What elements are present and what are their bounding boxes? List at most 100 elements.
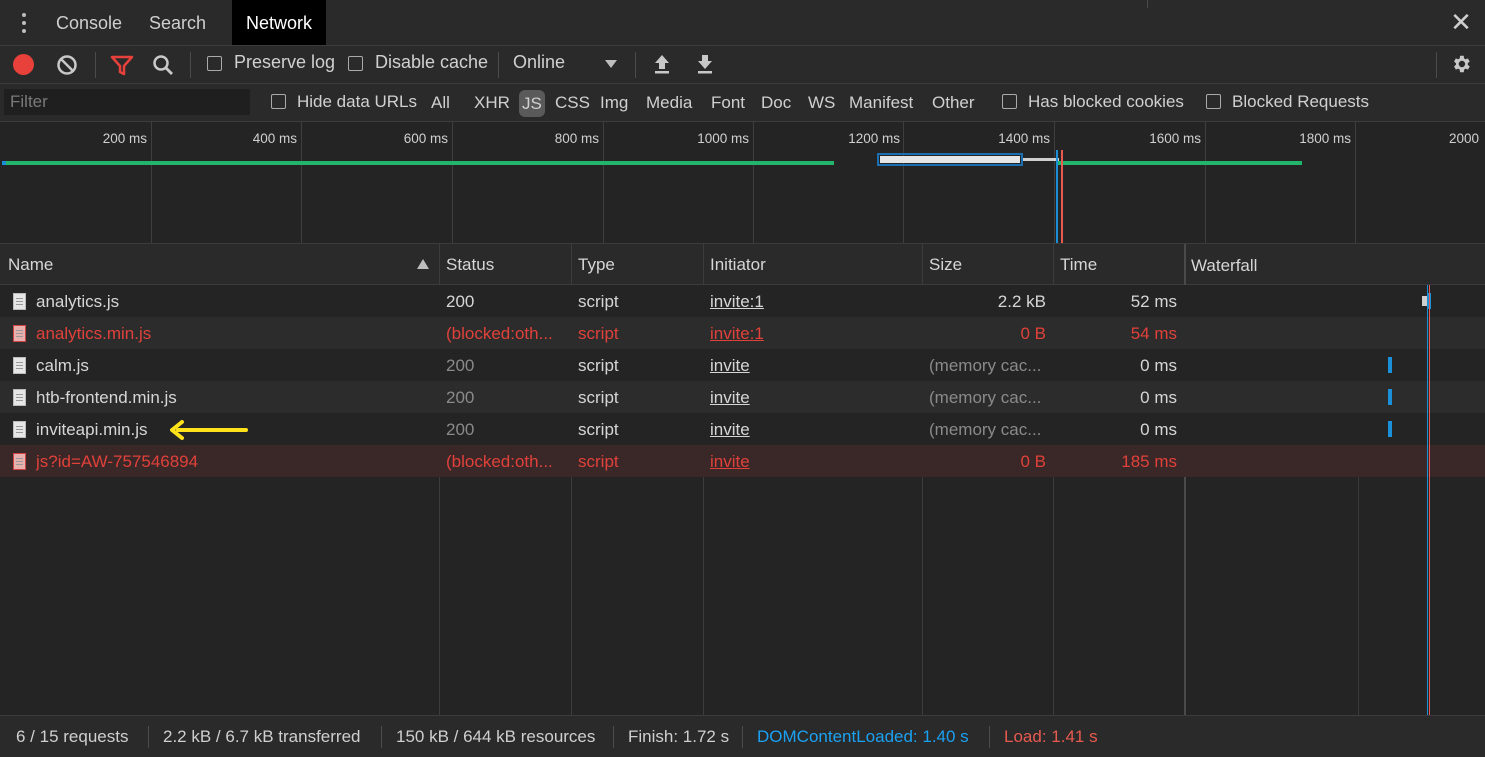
request-size: 0 B: [1020, 324, 1046, 343]
filter-input[interactable]: [4, 89, 250, 115]
arrow-left-icon: [170, 420, 248, 440]
column-time[interactable]: Time: [1060, 255, 1097, 275]
download-icon[interactable]: [696, 53, 714, 75]
column-initiator[interactable]: Initiator: [710, 255, 766, 275]
search-icon[interactable]: [152, 54, 174, 76]
column-waterfall[interactable]: Waterfall: [1191, 256, 1257, 276]
disable-cache-checkbox[interactable]: [348, 56, 363, 71]
request-name[interactable]: htb-frontend.min.js: [36, 388, 177, 408]
overview-tick: 800 ms: [554, 131, 599, 146]
request-name[interactable]: analytics.min.js: [36, 324, 151, 344]
preserve-log-checkbox[interactable]: [207, 56, 222, 71]
overview-tick: 1000 ms: [697, 131, 749, 146]
blocked-requests-checkbox[interactable]: [1206, 94, 1221, 109]
overview-bar: [2, 161, 834, 165]
devtools-tab-bar: Console Search Network ✕: [0, 0, 1485, 46]
column-size[interactable]: Size: [929, 255, 962, 275]
filter-icon[interactable]: [110, 54, 134, 76]
tab-network[interactable]: Network: [232, 0, 327, 45]
overview-bar-link: [1023, 158, 1059, 161]
filter-type-media[interactable]: Media: [646, 93, 692, 113]
request-type: script: [578, 452, 619, 471]
request-type: script: [578, 388, 619, 407]
network-overview[interactable]: 200 ms 400 ms 600 ms 800 ms 1000 ms 1200…: [0, 122, 1485, 244]
request-count: 6 / 15 requests: [16, 727, 129, 746]
request-initiator[interactable]: invite: [710, 388, 750, 408]
table-row[interactable]: js?id=AW-757546894 (blocked:oth... scrip…: [0, 445, 1485, 477]
table-row[interactable]: analytics.js 200 script invite:1 2.2 kB …: [0, 285, 1485, 317]
request-initiator[interactable]: invite: [710, 420, 750, 440]
load-line: [1429, 285, 1430, 715]
request-status: 200: [446, 292, 475, 311]
dom-content-loaded-time: DOMContentLoaded: 1.40 s: [757, 727, 969, 746]
has-blocked-cookies-label: Has blocked cookies: [1028, 92, 1184, 111]
request-initiator[interactable]: invite: [710, 356, 750, 376]
table-row[interactable]: htb-frontend.min.js 200 script invite (m…: [0, 381, 1485, 413]
divider: [1147, 0, 1148, 8]
finish-time: Finish: 1.72 s: [628, 727, 730, 746]
transferred-size: 2.2 kB / 6.7 kB transferred: [163, 727, 361, 746]
request-initiator[interactable]: invite: [710, 452, 750, 472]
throttling-select[interactable]: Online: [513, 52, 565, 73]
filter-type-doc[interactable]: Doc: [761, 93, 791, 113]
request-time: 0 ms: [1140, 420, 1177, 439]
file-icon: [13, 453, 26, 470]
request-time: 0 ms: [1140, 388, 1177, 407]
more-tabs-icon[interactable]: [16, 11, 32, 35]
column-type[interactable]: Type: [578, 255, 615, 275]
filter-type-manifest[interactable]: Manifest: [849, 93, 913, 113]
file-icon: [13, 421, 26, 438]
request-initiator[interactable]: invite:1: [710, 292, 764, 312]
chevron-down-icon[interactable]: [605, 60, 617, 70]
filter-type-all[interactable]: All: [431, 93, 450, 113]
overview-bar-tip: [2, 161, 6, 165]
request-name[interactable]: calm.js: [36, 356, 89, 376]
overview-tick: 1200 ms: [848, 131, 900, 146]
filter-type-css[interactable]: CSS: [555, 93, 590, 113]
filter-type-img[interactable]: Img: [600, 93, 628, 113]
upload-icon[interactable]: [653, 53, 671, 75]
tab-console[interactable]: Console: [56, 0, 122, 45]
record-icon[interactable]: [13, 54, 34, 75]
request-type: script: [578, 356, 619, 375]
has-blocked-cookies-checkbox[interactable]: [1002, 94, 1017, 109]
column-name[interactable]: Name: [8, 255, 53, 275]
dom-content-loaded-line: [1427, 285, 1428, 715]
request-type: script: [578, 324, 619, 343]
status-bar: 6 / 15 requests 2.2 kB / 6.7 kB transfer…: [0, 715, 1485, 757]
clear-icon[interactable]: [56, 54, 78, 76]
blocked-requests-label: Blocked Requests: [1232, 92, 1370, 111]
hide-data-urls-checkbox[interactable]: [271, 94, 286, 109]
sort-ascending-icon[interactable]: [417, 259, 429, 269]
request-name[interactable]: inviteapi.min.js: [36, 420, 148, 440]
request-status: 200: [446, 420, 475, 439]
table-row[interactable]: calm.js 200 script invite (memory cac...…: [0, 349, 1485, 381]
filter-type-xhr[interactable]: XHR: [474, 93, 510, 113]
column-status[interactable]: Status: [446, 255, 494, 275]
close-icon[interactable]: ✕: [1448, 8, 1474, 36]
request-name[interactable]: js?id=AW-757546894: [36, 452, 198, 472]
file-icon: [13, 357, 26, 374]
request-time: 52 ms: [1130, 292, 1177, 311]
disable-cache-label: Disable cache: [375, 52, 489, 72]
request-status: 200: [446, 356, 475, 375]
tab-search[interactable]: Search: [149, 0, 206, 45]
request-status: 200: [446, 388, 475, 407]
request-type: script: [578, 292, 619, 311]
gear-icon[interactable]: [1450, 53, 1472, 75]
table-row[interactable]: inviteapi.min.js 200 script invite (memo…: [0, 413, 1485, 445]
request-size: 2.2 kB: [997, 292, 1046, 311]
request-time: 54 ms: [1130, 324, 1177, 343]
overview-tick: 600 ms: [403, 131, 448, 146]
filter-type-js[interactable]: JS: [519, 90, 545, 117]
request-name[interactable]: analytics.js: [36, 292, 119, 312]
table-row[interactable]: analytics.min.js (blocked:oth... script …: [0, 317, 1485, 349]
load-marker: [1061, 150, 1063, 243]
filter-type-other[interactable]: Other: [932, 93, 975, 113]
overview-tick: 400 ms: [252, 131, 297, 146]
filter-type-ws[interactable]: WS: [808, 93, 835, 113]
overview-tick: 2000: [1448, 131, 1479, 146]
request-initiator[interactable]: invite:1: [710, 324, 764, 344]
filter-type-font[interactable]: Font: [711, 93, 745, 113]
network-toolbar: Preserve log Disable cache Online: [0, 46, 1485, 84]
